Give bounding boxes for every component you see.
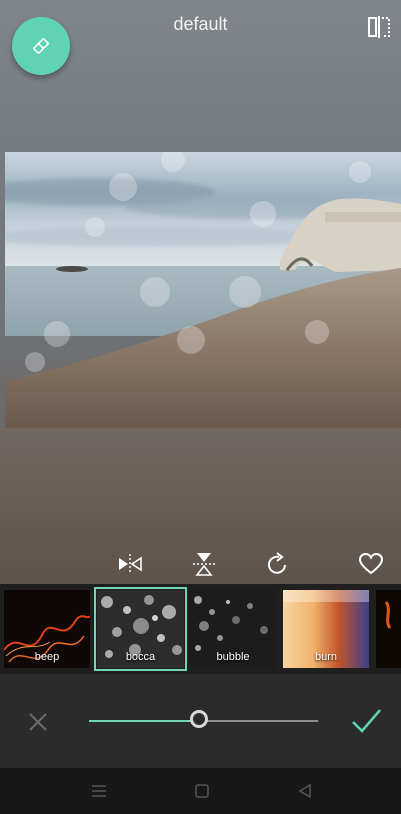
intensity-slider-fill (89, 720, 199, 722)
flip-vertical-button[interactable] (188, 548, 220, 580)
eraser-button[interactable] (12, 17, 70, 75)
back-triangle-icon (298, 784, 311, 798)
edit-toolbar (0, 544, 401, 584)
checkmark-icon[interactable] (349, 704, 383, 738)
filter-label-bubble: bubble (216, 651, 250, 663)
editor-screen: default beep bocca bubble burn (0, 0, 401, 814)
split-compare-icon (368, 16, 390, 38)
compare-button[interactable] (365, 14, 393, 40)
rotate-button[interactable] (262, 548, 294, 580)
filter-label-beep: beep (34, 651, 60, 663)
filter-preview-partial (376, 590, 401, 668)
flip-horizontal-icon (119, 554, 142, 574)
filter-label-burn: burn (314, 651, 338, 663)
favorite-heart-icon (358, 552, 384, 575)
close-icon[interactable] (24, 708, 52, 736)
intensity-slider-handle[interactable] (190, 710, 208, 728)
eraser-icon (33, 38, 49, 54)
rotate-icon (268, 552, 286, 574)
intensity-panel (0, 674, 401, 768)
filter-thumb-bocca[interactable]: bocca (94, 587, 187, 671)
flip-vertical-icon (193, 553, 215, 576)
back-button[interactable] (296, 782, 314, 800)
menu-button[interactable] (90, 782, 108, 800)
system-nav-bar (0, 768, 401, 814)
filter-thumb-bubble[interactable]: bubble (190, 590, 276, 668)
home-square-icon (195, 784, 209, 798)
filter-label-bocca: bocca (125, 651, 156, 663)
filter-thumb-beep[interactable]: beep (4, 590, 90, 668)
home-button[interactable] (193, 782, 211, 800)
filter-strip[interactable]: beep bocca bubble burn (0, 584, 401, 674)
favorite-button[interactable] (355, 548, 387, 580)
menu-icon (92, 785, 106, 797)
flip-horizontal-button[interactable] (114, 548, 146, 580)
filter-thumb-partial[interactable] (376, 590, 401, 668)
filter-thumb-burn[interactable]: burn (283, 590, 369, 668)
photo-preview[interactable] (5, 152, 401, 428)
